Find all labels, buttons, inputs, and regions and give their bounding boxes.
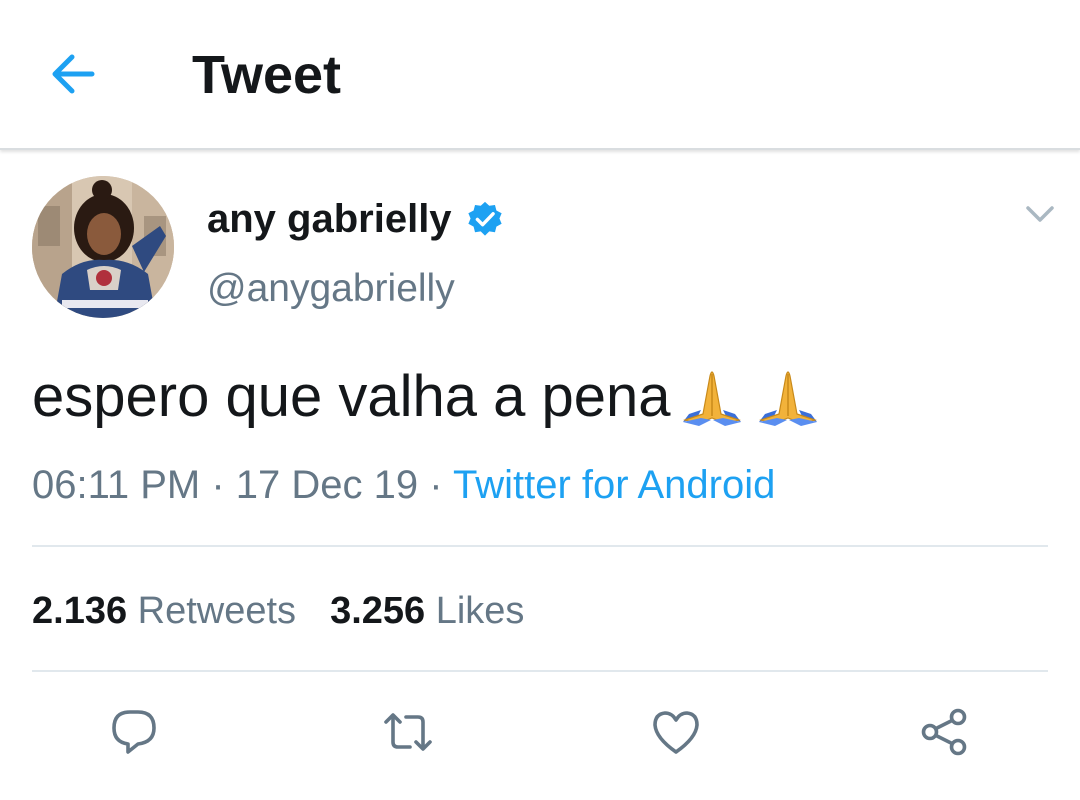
tweet-stats: 2.136 Retweets 3.256 Likes	[32, 588, 524, 634]
reply-button[interactable]	[108, 706, 160, 758]
divider	[32, 545, 1048, 547]
retweet-button[interactable]	[382, 706, 434, 758]
top-bar: Tweet	[0, 0, 1080, 150]
likes-stat[interactable]: 3.256 Likes	[330, 590, 524, 632]
tweet-text: espero que valha a pena	[32, 362, 823, 432]
retweets-label: Retweets	[137, 590, 297, 632]
avatar-image	[32, 176, 174, 318]
arrow-left-icon	[52, 54, 95, 94]
meta-separator: ·	[200, 463, 236, 507]
divider	[32, 670, 1048, 672]
tweet-source-link[interactable]: Twitter for Android	[453, 463, 775, 507]
retweets-count: 2.136	[32, 590, 128, 632]
avatar[interactable]	[32, 176, 174, 318]
retweets-stat[interactable]: 2.136 Retweets	[32, 590, 296, 632]
share-icon	[921, 708, 967, 756]
reply-icon	[112, 710, 156, 754]
back-button[interactable]	[44, 48, 102, 100]
tweet-body: espero que valha a pena	[32, 364, 671, 429]
meta-separator: ·	[418, 463, 453, 507]
verified-badge-icon	[466, 200, 504, 238]
tweet-time: 06:11 PM	[32, 463, 201, 507]
heart-icon	[653, 711, 699, 754]
folded-hands-emoji-icon	[677, 362, 747, 432]
chevron-down-icon	[1026, 206, 1054, 222]
page-title: Tweet	[192, 45, 342, 105]
folded-hands-emoji-icon	[753, 362, 823, 432]
tweet-meta: 06:11 PM · 17 Dec 19 · Twitter for Andro…	[32, 462, 775, 508]
likes-label: Likes	[435, 590, 525, 632]
tweet-menu-button[interactable]	[1018, 196, 1062, 232]
author-handle[interactable]: @anygabrielly	[207, 266, 455, 312]
like-button[interactable]	[650, 706, 702, 758]
tweet-date: 17 Dec 19	[235, 463, 419, 507]
author-display-name: any gabrielly	[207, 197, 452, 241]
likes-count: 3.256	[330, 590, 426, 632]
share-button[interactable]	[918, 706, 970, 758]
retweet-icon	[384, 713, 432, 751]
author-name[interactable]: any gabrielly	[207, 196, 504, 242]
